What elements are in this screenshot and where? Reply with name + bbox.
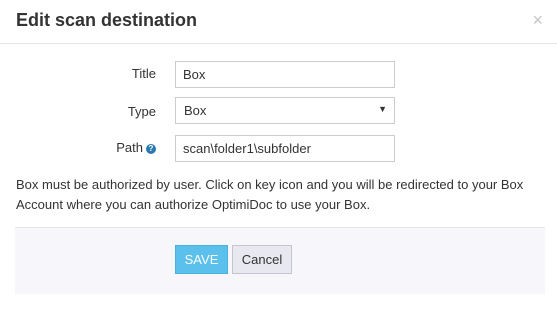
title-row: Title: [0, 61, 557, 88]
type-select-value: Box: [184, 103, 207, 118]
caret-down-icon: ▼: [378, 104, 387, 114]
dialog-header: Edit scan destination ×: [0, 0, 557, 44]
path-row: Path?: [0, 135, 557, 162]
path-label-group: Path?: [116, 140, 156, 155]
cancel-button[interactable]: Cancel: [232, 245, 292, 274]
type-row: Type Box ▼: [0, 97, 557, 124]
path-label: Path: [116, 140, 143, 155]
path-input[interactable]: [175, 135, 395, 162]
title-label: Title: [131, 66, 156, 81]
close-icon[interactable]: ×: [532, 10, 543, 30]
type-label: Type: [127, 104, 156, 119]
title-input[interactable]: [175, 61, 395, 88]
type-select[interactable]: Box ▼: [175, 97, 395, 124]
box-authorization-info: Box must be authorized by user. Click on…: [16, 177, 524, 212]
dialog-footer: SAVE Cancel: [15, 227, 545, 294]
question-circle-icon[interactable]: ?: [146, 144, 156, 154]
dialog-title: Edit scan destination: [16, 10, 198, 30]
edit-scan-destination-dialog: Edit scan destination × Title Type Box ▼…: [0, 0, 557, 322]
save-button[interactable]: SAVE: [175, 245, 228, 274]
